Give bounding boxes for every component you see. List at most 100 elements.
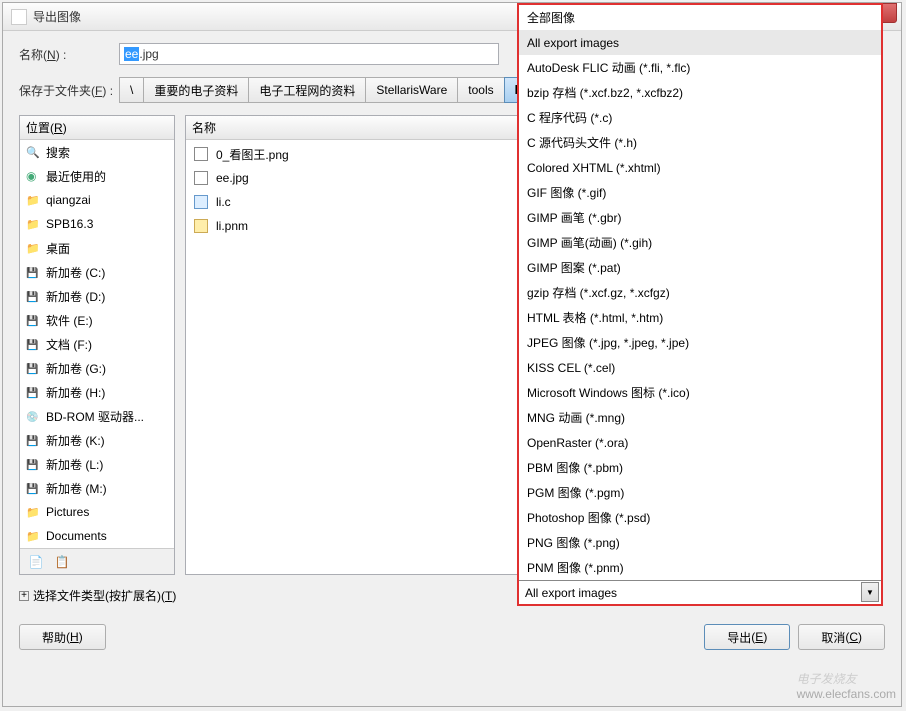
place-item[interactable]: 文档 (F:) xyxy=(20,332,174,356)
path-breadcrumb: \重要的电子资料电子工程网的资料StellarisWaretoolsbin xyxy=(119,77,544,103)
place-item[interactable]: 新加卷 (L:) xyxy=(20,452,174,476)
drive-icon xyxy=(26,457,40,471)
place-label: 新加卷 (C:) xyxy=(46,264,105,281)
dropdown-item[interactable]: GIF 图像 (*.gif) xyxy=(519,180,881,205)
place-item[interactable]: 新加卷 (M:) xyxy=(20,476,174,500)
file-label: ee.jpg xyxy=(216,171,249,185)
dropdown-arrow-icon[interactable] xyxy=(861,582,879,602)
place-label: qiangzai xyxy=(46,193,91,207)
file-item[interactable]: li.pnm xyxy=(188,214,517,238)
dropdown-item[interactable]: 全部图像 xyxy=(519,5,881,30)
dropdown-selected-text: All export images xyxy=(525,586,617,600)
place-item[interactable]: 最近使用的 xyxy=(20,164,174,188)
place-label: 新加卷 (D:) xyxy=(46,288,105,305)
place-label: 软件 (E:) xyxy=(46,312,93,329)
path-segment[interactable]: 电子工程网的资料 xyxy=(248,77,366,103)
dropdown-item[interactable]: bzip 存档 (*.xcf.bz2, *.xcfbz2) xyxy=(519,80,881,105)
path-segment[interactable]: 重要的电子资料 xyxy=(143,77,249,103)
place-item[interactable]: 新加卷 (C:) xyxy=(20,260,174,284)
help-button[interactable]: 帮助(H) xyxy=(19,624,106,650)
place-label: Documents xyxy=(46,529,107,543)
dropdown-item[interactable]: All export images xyxy=(519,30,881,55)
dropdown-item[interactable]: OpenRaster (*.ora) xyxy=(519,430,881,455)
app-icon xyxy=(11,9,27,25)
drive-icon xyxy=(26,481,40,495)
folder-icon xyxy=(26,217,40,231)
places-panel: 位置(R) 搜索最近使用的 qiangzai SPB16.3 桌面新加卷 (C:) 新加… xyxy=(19,115,175,575)
dropdown-item[interactable]: GIMP 画笔(动画) (*.gih) xyxy=(519,230,881,255)
place-item[interactable]: Documents xyxy=(20,524,174,548)
place-item[interactable]: BD-ROM 驱动器... xyxy=(20,404,174,428)
places-list[interactable]: 搜索最近使用的 qiangzai SPB16.3 桌面新加卷 (C:) 新加卷 (D:)… xyxy=(20,140,174,548)
dropdown-selected[interactable]: All export images xyxy=(519,580,881,604)
files-list[interactable]: 0_看图王.png ee.jpg li.cli.pnm xyxy=(186,140,519,574)
drive-icon xyxy=(26,313,40,327)
places-header[interactable]: 位置(R) xyxy=(20,116,174,140)
dropdown-item[interactable]: PGM 图像 (*.pgm) xyxy=(519,480,881,505)
filename-input[interactable]: ee.jpg xyxy=(119,43,499,65)
drive-icon xyxy=(26,433,40,447)
files-header[interactable]: 名称 xyxy=(186,116,519,140)
dropdown-item[interactable]: HTML 表格 (*.html, *.htm) xyxy=(519,305,881,330)
place-item[interactable]: qiangzai xyxy=(20,188,174,212)
watermark-brand: 电子发烧友 xyxy=(797,672,857,686)
place-label: 桌面 xyxy=(46,240,70,257)
dropdown-item[interactable]: GIMP 图案 (*.pat) xyxy=(519,255,881,280)
dropdown-item[interactable]: AutoDesk FLIC 动画 (*.fli, *.flc) xyxy=(519,55,881,80)
drive-icon xyxy=(26,265,40,279)
remove-bookmark-button[interactable]: 📋 xyxy=(52,553,72,571)
dropdown-item[interactable]: PBM 图像 (*.pbm) xyxy=(519,455,881,480)
place-label: 新加卷 (M:) xyxy=(46,480,107,497)
place-item[interactable]: Pictures xyxy=(20,500,174,524)
place-label: 新加卷 (K:) xyxy=(46,432,105,449)
file-icon xyxy=(194,219,208,233)
bd-icon xyxy=(26,409,40,423)
watermark: 电子发烧友 www.elecfans.com xyxy=(797,670,896,701)
file-item[interactable]: 0_看图王.png xyxy=(188,142,517,166)
place-label: 最近使用的 xyxy=(46,168,106,185)
folder-icon xyxy=(26,193,40,207)
place-item[interactable]: 新加卷 (H:) xyxy=(20,380,174,404)
place-item[interactable]: 新加卷 (G:) xyxy=(20,356,174,380)
place-item[interactable]: 软件 (E:) xyxy=(20,308,174,332)
dropdown-item[interactable]: GIMP 画笔 (*.gbr) xyxy=(519,205,881,230)
dropdown-item[interactable]: Photoshop 图像 (*.psd) xyxy=(519,505,881,530)
place-label: 新加卷 (L:) xyxy=(46,456,103,473)
dropdown-item[interactable]: Microsoft Windows 图标 (*.ico) xyxy=(519,380,881,405)
dropdown-item[interactable]: KISS CEL (*.cel) xyxy=(519,355,881,380)
file-item[interactable]: li.c xyxy=(188,190,517,214)
dropdown-item[interactable]: C 源代码头文件 (*.h) xyxy=(519,130,881,155)
path-segment[interactable]: \ xyxy=(119,77,144,103)
dropdown-item[interactable]: MNG 动画 (*.mng) xyxy=(519,405,881,430)
folder-icon xyxy=(26,529,40,543)
path-segment[interactable]: tools xyxy=(457,77,504,103)
place-item[interactable]: 新加卷 (K:) xyxy=(20,428,174,452)
recent-icon xyxy=(26,169,40,183)
search-icon xyxy=(26,145,40,159)
place-item[interactable]: 搜索 xyxy=(20,140,174,164)
place-label: 新加卷 (H:) xyxy=(46,384,105,401)
dropdown-item[interactable]: Colored XHTML (*.xhtml) xyxy=(519,155,881,180)
filename-ext: .jpg xyxy=(139,47,158,61)
dropdown-item[interactable]: JPEG 图像 (*.jpg, *.jpeg, *.jpe) xyxy=(519,330,881,355)
files-panel: 名称 0_看图王.png ee.jpg li.cli.pnm xyxy=(185,115,520,575)
place-label: 搜索 xyxy=(46,144,70,161)
folder-icon xyxy=(26,241,40,255)
dropdown-item[interactable]: C 程序代码 (*.c) xyxy=(519,105,881,130)
dropdown-list[interactable]: 全部图像All export imagesAutoDesk FLIC 动画 (*… xyxy=(519,5,881,582)
dialog-buttons: 帮助(H) 导出(E) 取消(C) xyxy=(19,624,885,650)
export-button[interactable]: 导出(E) xyxy=(704,624,790,650)
cancel-button[interactable]: 取消(C) xyxy=(798,624,885,650)
path-segment[interactable]: StellarisWare xyxy=(365,77,458,103)
dropdown-item[interactable]: PNG 图像 (*.png) xyxy=(519,530,881,555)
add-bookmark-button[interactable]: 📄 xyxy=(26,553,46,571)
place-item[interactable]: 桌面 xyxy=(20,236,174,260)
dropdown-item[interactable]: gzip 存档 (*.xcf.gz, *.xcfgz) xyxy=(519,280,881,305)
place-label: Pictures xyxy=(46,505,89,519)
place-item[interactable]: 新加卷 (D:) xyxy=(20,284,174,308)
place-label: BD-ROM 驱动器... xyxy=(46,408,144,425)
place-item[interactable]: SPB16.3 xyxy=(20,212,174,236)
savein-label: 保存于文件夹(F) : xyxy=(19,82,119,99)
dropdown-item[interactable]: PNM 图像 (*.pnm) xyxy=(519,555,881,580)
file-item[interactable]: ee.jpg xyxy=(188,166,517,190)
